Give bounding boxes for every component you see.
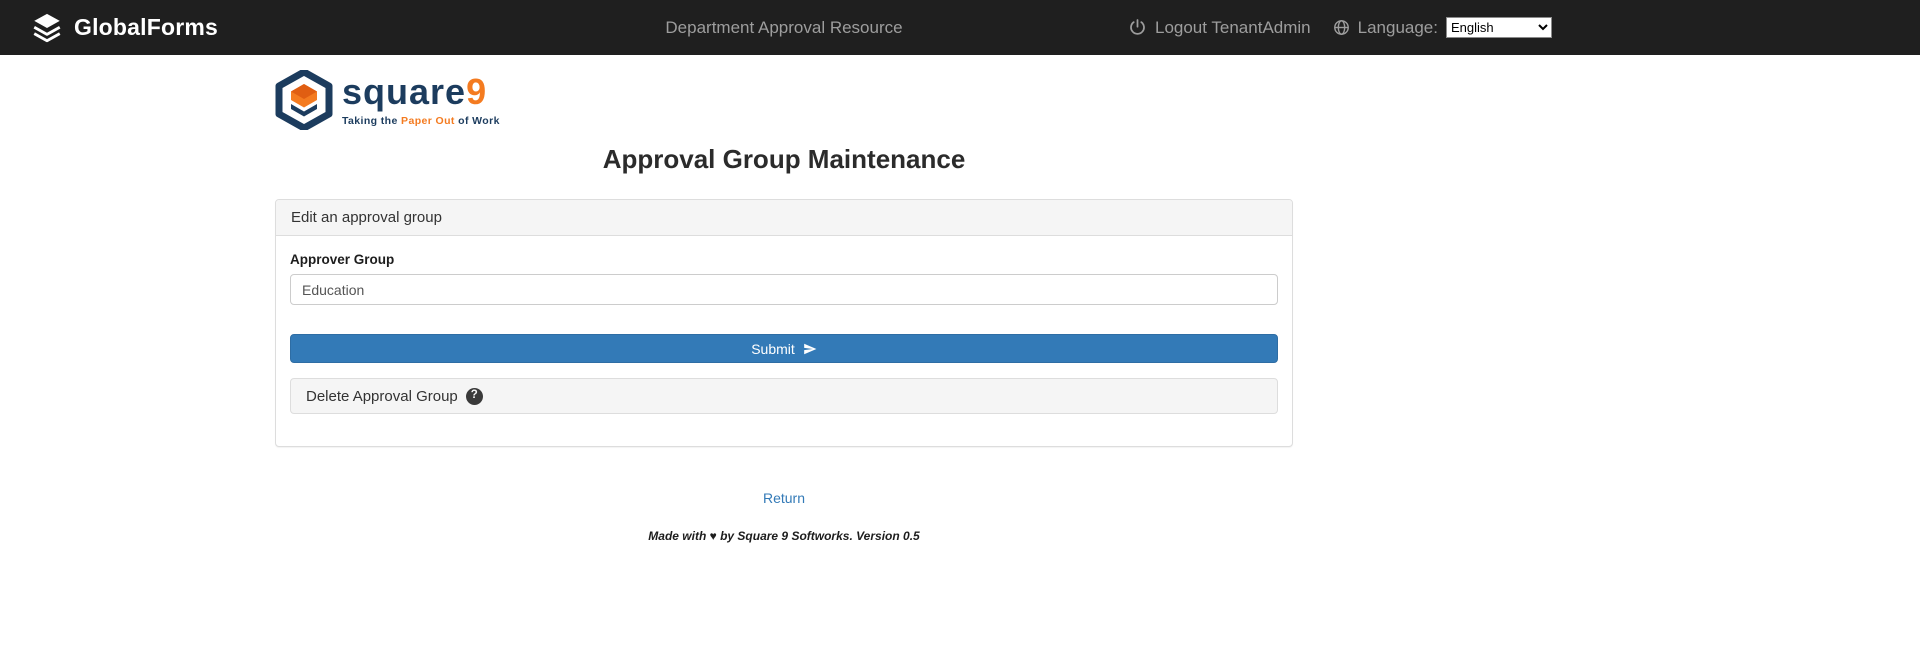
square9-wordmark: square9 Taking the Paper Out of Work: [342, 70, 500, 127]
top-navbar: GlobalForms Department Approval Resource…: [0, 0, 1920, 55]
wordmark-nine: 9: [466, 71, 487, 112]
square9-wordmark-text: square9: [342, 77, 500, 108]
language-select[interactable]: English: [1446, 17, 1552, 38]
language-group: Language: English: [1333, 17, 1552, 38]
brand-text: GlobalForms: [74, 14, 218, 41]
send-icon: [803, 342, 817, 356]
globalforms-logo-icon: [30, 11, 64, 45]
power-icon: [1128, 18, 1147, 37]
wordmark-square: square: [342, 71, 466, 112]
tagline-pre: Taking the: [342, 115, 401, 127]
submit-button-label: Submit: [751, 341, 795, 357]
return-row: Return: [275, 490, 1293, 508]
page: GlobalForms Department Approval Resource…: [0, 0, 1920, 653]
approver-group-label: Approver Group: [290, 252, 1278, 267]
delete-approval-group-label: Delete Approval Group: [306, 388, 458, 405]
submit-button[interactable]: Submit: [290, 334, 1278, 363]
footer-credit: Made with ♥ by Square 9 Softworks. Versi…: [275, 529, 1293, 543]
return-link[interactable]: Return: [763, 490, 805, 506]
edit-approval-group-panel: Edit an approval group Approver Group Su…: [275, 199, 1293, 447]
globe-icon: [1333, 19, 1350, 36]
delete-approval-group-toggle[interactable]: Delete Approval Group ?: [290, 378, 1278, 414]
main-container: square9 Taking the Paper Out of Work App…: [275, 55, 1293, 543]
language-label: Language:: [1358, 18, 1438, 38]
page-title: Approval Group Maintenance: [275, 144, 1293, 175]
navbar-title: Department Approval Resource: [665, 18, 902, 38]
brand-link[interactable]: GlobalForms: [30, 11, 218, 45]
tagline-post: of Work: [455, 115, 500, 127]
approver-group-input[interactable]: [290, 274, 1278, 305]
logout-label: Logout TenantAdmin: [1155, 18, 1311, 38]
content-wrap: square9 Taking the Paper Out of Work App…: [0, 55, 1568, 543]
navbar-inner: GlobalForms Department Approval Resource…: [0, 0, 1568, 55]
panel-body: Approver Group Submit Delete Approval Gr…: [276, 236, 1292, 446]
square9-tagline: Taking the Paper Out of Work: [342, 115, 500, 127]
square9-logo-icon: [275, 70, 333, 130]
question-circle-icon: ?: [466, 388, 483, 405]
logout-link[interactable]: Logout TenantAdmin: [1128, 18, 1311, 38]
square9-logo: square9 Taking the Paper Out of Work: [275, 55, 1293, 130]
panel-header: Edit an approval group: [276, 200, 1292, 236]
navbar-right-group: Logout TenantAdmin Language: English: [1128, 17, 1552, 38]
tagline-highlight: Paper Out: [401, 115, 455, 127]
